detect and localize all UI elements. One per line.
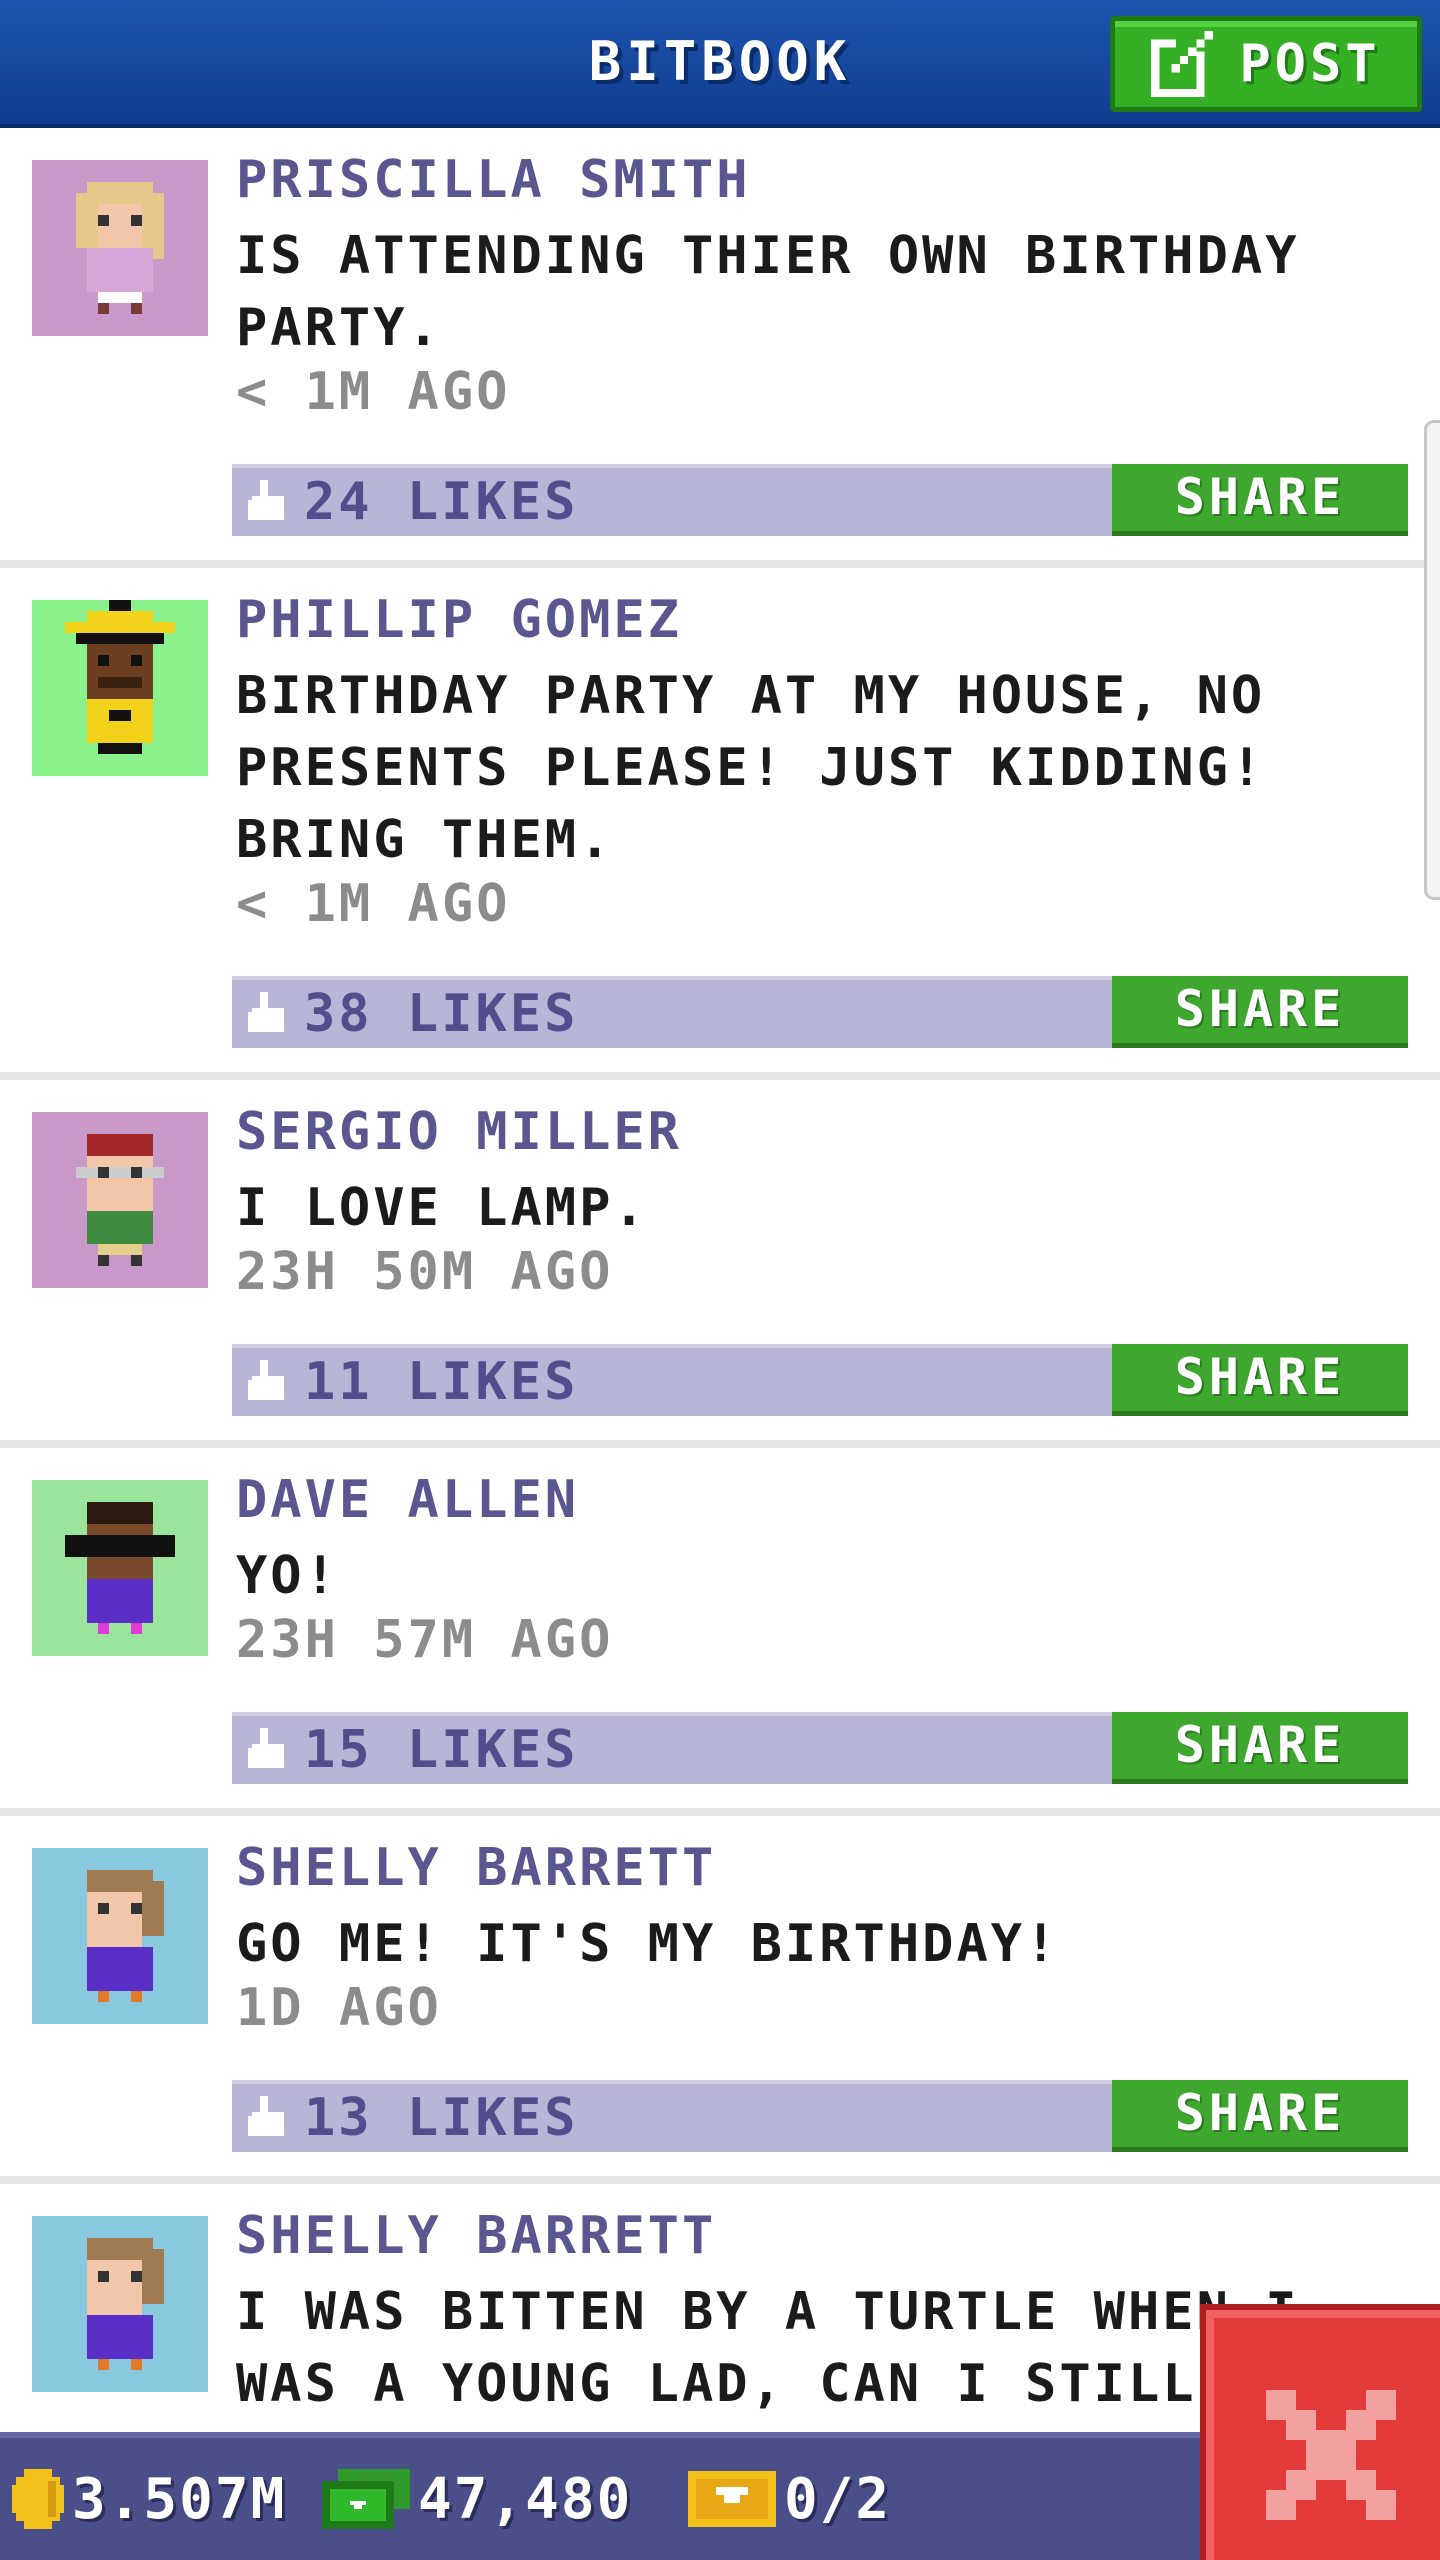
likes-count: 15 LIKES [304, 1720, 579, 1780]
post-message: BIRTHDAY PARTY AT MY HOUSE, NO PRESENTS … [236, 666, 1266, 870]
thumbs-up-icon[interactable] [248, 480, 288, 524]
post-message: GO ME! IT'S MY BIRTHDAY! [236, 1914, 1060, 1974]
likes-bar: 13 LIKES SHARE [232, 2080, 1408, 2152]
thumbs-up-icon[interactable] [248, 1728, 288, 1772]
ticket-icon [688, 2471, 776, 2527]
tickets-value: 0/2 [784, 2466, 892, 2532]
close-button[interactable] [1200, 2304, 1440, 2560]
thumbs-up-icon[interactable] [248, 2096, 288, 2140]
share-button[interactable]: SHARE [1112, 1712, 1408, 1784]
share-button[interactable]: SHARE [1112, 1344, 1408, 1416]
coins-value: 3.507M [72, 2466, 287, 2532]
close-icon [1266, 2390, 1396, 2520]
avatar[interactable] [32, 600, 208, 776]
divider [0, 1808, 1440, 1816]
avatar[interactable] [32, 1480, 208, 1656]
likes-bar: 38 LIKES SHARE [232, 976, 1408, 1048]
share-button[interactable]: SHARE [1112, 464, 1408, 536]
post-button[interactable]: POST [1110, 16, 1422, 112]
feed-list[interactable]: PRISCILLA SMITH IS ATTENDING THIER OWN B… [0, 132, 1440, 2432]
post-time: < 1M AGO [236, 874, 511, 934]
likes-bar: 15 LIKES SHARE [232, 1712, 1408, 1784]
divider [0, 560, 1440, 568]
bux-stat[interactable]: 47,480 [322, 2438, 632, 2560]
share-button[interactable]: SHARE [1112, 976, 1408, 1048]
likes-count: 38 LIKES [304, 984, 579, 1044]
post-author[interactable]: SHELLY BARRETT [236, 1838, 716, 1898]
header-bar: BITBOOK POST [0, 0, 1440, 128]
bux-value: 47,480 [418, 2466, 633, 2532]
likes-bar: 24 LIKES SHARE [232, 464, 1408, 536]
bux-icon [322, 2469, 410, 2529]
coins-stat[interactable]: 3.507M [12, 2438, 286, 2560]
thumbs-up-icon[interactable] [248, 1360, 288, 1404]
avatar[interactable] [32, 2216, 208, 2392]
tickets-stat[interactable]: 0/2 [688, 2438, 891, 2560]
post-message: I LOVE LAMP. [236, 1178, 648, 1238]
post-time: 23H 57M AGO [236, 1610, 614, 1670]
divider [0, 1440, 1440, 1448]
post-button-label: POST [1239, 34, 1381, 94]
post-author[interactable]: SHELLY BARRETT [236, 2206, 716, 2266]
avatar[interactable] [32, 1112, 208, 1288]
likes-count: 11 LIKES [304, 1352, 579, 1412]
scroll-handle[interactable] [1424, 420, 1440, 900]
divider [0, 1072, 1440, 1080]
post-message: YO! [236, 1546, 339, 1606]
post-time: < 1M AGO [236, 362, 511, 422]
post-author[interactable]: DAVE ALLEN [236, 1470, 579, 1530]
post-time: 23H 50M AGO [236, 1242, 614, 1302]
thumbs-up-icon[interactable] [248, 992, 288, 1036]
post-message: IS ATTENDING THIER OWN BIRTHDAY PARTY. [236, 226, 1300, 358]
likes-count: 13 LIKES [304, 2088, 579, 2148]
likes-count: 24 LIKES [304, 472, 579, 532]
avatar[interactable] [32, 1848, 208, 2024]
share-button[interactable]: SHARE [1112, 2080, 1408, 2152]
bitbook-screen: BITBOOK POST PRISCILLA SMITH IS ATTENDIN… [0, 0, 1440, 2560]
likes-bar: 11 LIKES SHARE [232, 1344, 1408, 1416]
coin-icon [12, 2469, 64, 2529]
post-author[interactable]: PRISCILLA SMITH [236, 150, 751, 210]
post-author[interactable]: PHILLIP GOMEZ [236, 590, 682, 650]
post-time: 1D AGO [236, 1978, 442, 2038]
edit-icon [1151, 31, 1214, 97]
divider [0, 2176, 1440, 2184]
avatar[interactable] [32, 160, 208, 336]
post-author[interactable]: SERGIO MILLER [236, 1102, 682, 1162]
